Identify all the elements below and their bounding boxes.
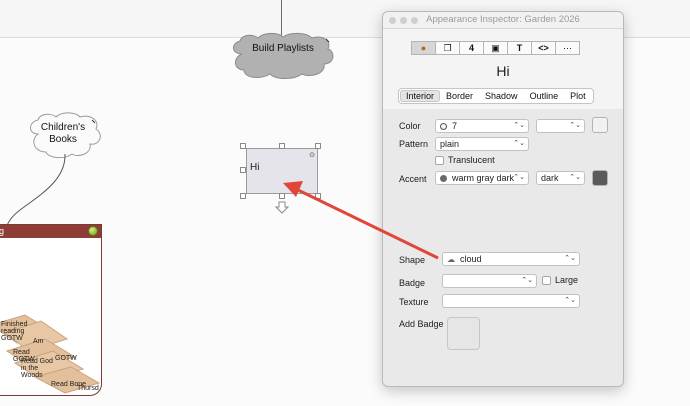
chevron-updown-icon: ⌃⌄: [521, 277, 533, 284]
leaf-item[interactable]: GOTW: [55, 355, 77, 362]
frame-icon[interactable]: ▣: [483, 41, 508, 55]
color-dot-icon: [440, 123, 447, 130]
badge-corner-icon: ⊙: [309, 152, 315, 159]
translucent-label: Translucent: [448, 155, 495, 165]
appearance-icon[interactable]: ●: [411, 41, 436, 55]
accent-label: Accent: [399, 174, 427, 184]
pattern-value: plain: [440, 139, 460, 149]
more-ellipsis-icon[interactable]: ⋯: [555, 41, 580, 55]
color-secondary-select[interactable]: ⌃⌄: [536, 119, 585, 133]
tab-plot[interactable]: Plot: [564, 90, 592, 102]
shape-label: Shape: [399, 255, 426, 265]
resize-handle[interactable]: [240, 167, 246, 173]
resize-handle[interactable]: [240, 193, 246, 199]
accent-shade-select[interactable]: dark ⌃⌄: [536, 171, 585, 185]
tab-outline[interactable]: Outline: [524, 90, 565, 102]
shadow-square-icon[interactable]: ❐: [435, 41, 460, 55]
accent-swatch[interactable]: [592, 170, 608, 186]
note-text-hi: Hi: [250, 162, 260, 173]
appearance-inspector-window[interactable]: Appearance Inspector: Garden 2026 ● ❐ 4 …: [382, 11, 624, 387]
code-brackets-icon[interactable]: <>: [531, 41, 556, 55]
shape-value: cloud: [460, 254, 482, 264]
inspector-titlebar[interactable]: Appearance Inspector: Garden 2026: [383, 12, 623, 29]
pattern-label: Pattern: [399, 139, 429, 149]
number-4-icon[interactable]: 4: [459, 41, 484, 55]
chevron-updown-icon: ⌃⌄: [569, 174, 581, 181]
cloud-icon: ☁: [447, 255, 455, 264]
pattern-select[interactable]: plain ⌃⌄: [435, 137, 529, 151]
map-note[interactable]: g Finished reading GOTW Am Read GOTW GOT…: [0, 224, 102, 396]
resize-handle[interactable]: [240, 143, 246, 149]
tab-interior[interactable]: Interior: [400, 90, 441, 102]
accent-value: warm gray dark: [452, 173, 515, 183]
link-drag-arrow-icon[interactable]: [275, 201, 289, 215]
chevron-updown-icon: ⌃⌄: [513, 174, 525, 181]
note-label-childrens-books: Children's Books: [40, 122, 86, 145]
chevron-updown-icon: ⌃⌄: [569, 122, 581, 129]
resize-handle[interactable]: [279, 193, 285, 199]
add-badge-label: Add Badge: [399, 319, 444, 329]
note-label-build-playlists: Build Playlists: [252, 43, 314, 54]
text-T-icon[interactable]: T: [507, 41, 532, 55]
resize-handle[interactable]: [315, 193, 321, 199]
map-note-title: g: [0, 225, 101, 238]
leaf-item[interactable]: Am: [33, 338, 44, 345]
add-badge-well[interactable]: [447, 317, 480, 350]
color-swatch[interactable]: [592, 117, 608, 133]
inspector-icon-bar: ● ❐ 4 ▣ T <> ⋯: [411, 41, 580, 55]
selected-note-hi[interactable]: Hi ⊙: [246, 148, 318, 194]
texture-label: Texture: [399, 297, 429, 307]
status-dot-icon: [88, 226, 98, 236]
resize-handle[interactable]: [315, 143, 321, 149]
translucent-checkbox[interactable]: [435, 156, 444, 165]
texture-select[interactable]: ⌃⌄: [442, 294, 580, 308]
resize-handle[interactable]: [279, 143, 285, 149]
chevron-updown-icon: ⌃⌄: [513, 140, 525, 147]
leaf-item[interactable]: Finished reading GOTW: [1, 321, 31, 342]
accent-select[interactable]: warm gray dark ⌃⌄: [435, 171, 529, 185]
chevron-updown-icon: ⌃⌄: [513, 122, 525, 129]
inspector-title: Appearance Inspector: Garden 2026: [426, 14, 580, 25]
chevron-updown-icon: ⌃⌄: [564, 255, 576, 262]
cloud-note-build-playlists[interactable]: [228, 32, 338, 82]
note-name: Hi: [496, 63, 510, 79]
color-select[interactable]: 7 ⌃⌄: [435, 119, 529, 133]
leaf-item[interactable]: Read God in the Woods: [21, 358, 55, 379]
link-curve: [5, 153, 66, 229]
large-label: Large: [555, 275, 579, 285]
accent-dot-icon: [440, 175, 447, 182]
large-checkbox[interactable]: [542, 276, 551, 285]
color-value: 7: [452, 121, 458, 131]
color-label: Color: [399, 121, 421, 131]
leaf-item[interactable]: Thursd: [77, 385, 99, 392]
badge-label: Badge: [399, 278, 426, 288]
badge-select[interactable]: ⌃⌄: [442, 274, 537, 288]
accent-shade-value: dark: [541, 173, 559, 183]
tab-border[interactable]: Border: [440, 90, 479, 102]
tab-shadow[interactable]: Shadow: [479, 90, 524, 102]
chevron-updown-icon: ⌃⌄: [564, 297, 576, 304]
inspector-tabs: Interior Border Shadow Outline Plot: [398, 88, 594, 104]
shape-select[interactable]: ☁ cloud ⌃⌄: [442, 252, 580, 266]
